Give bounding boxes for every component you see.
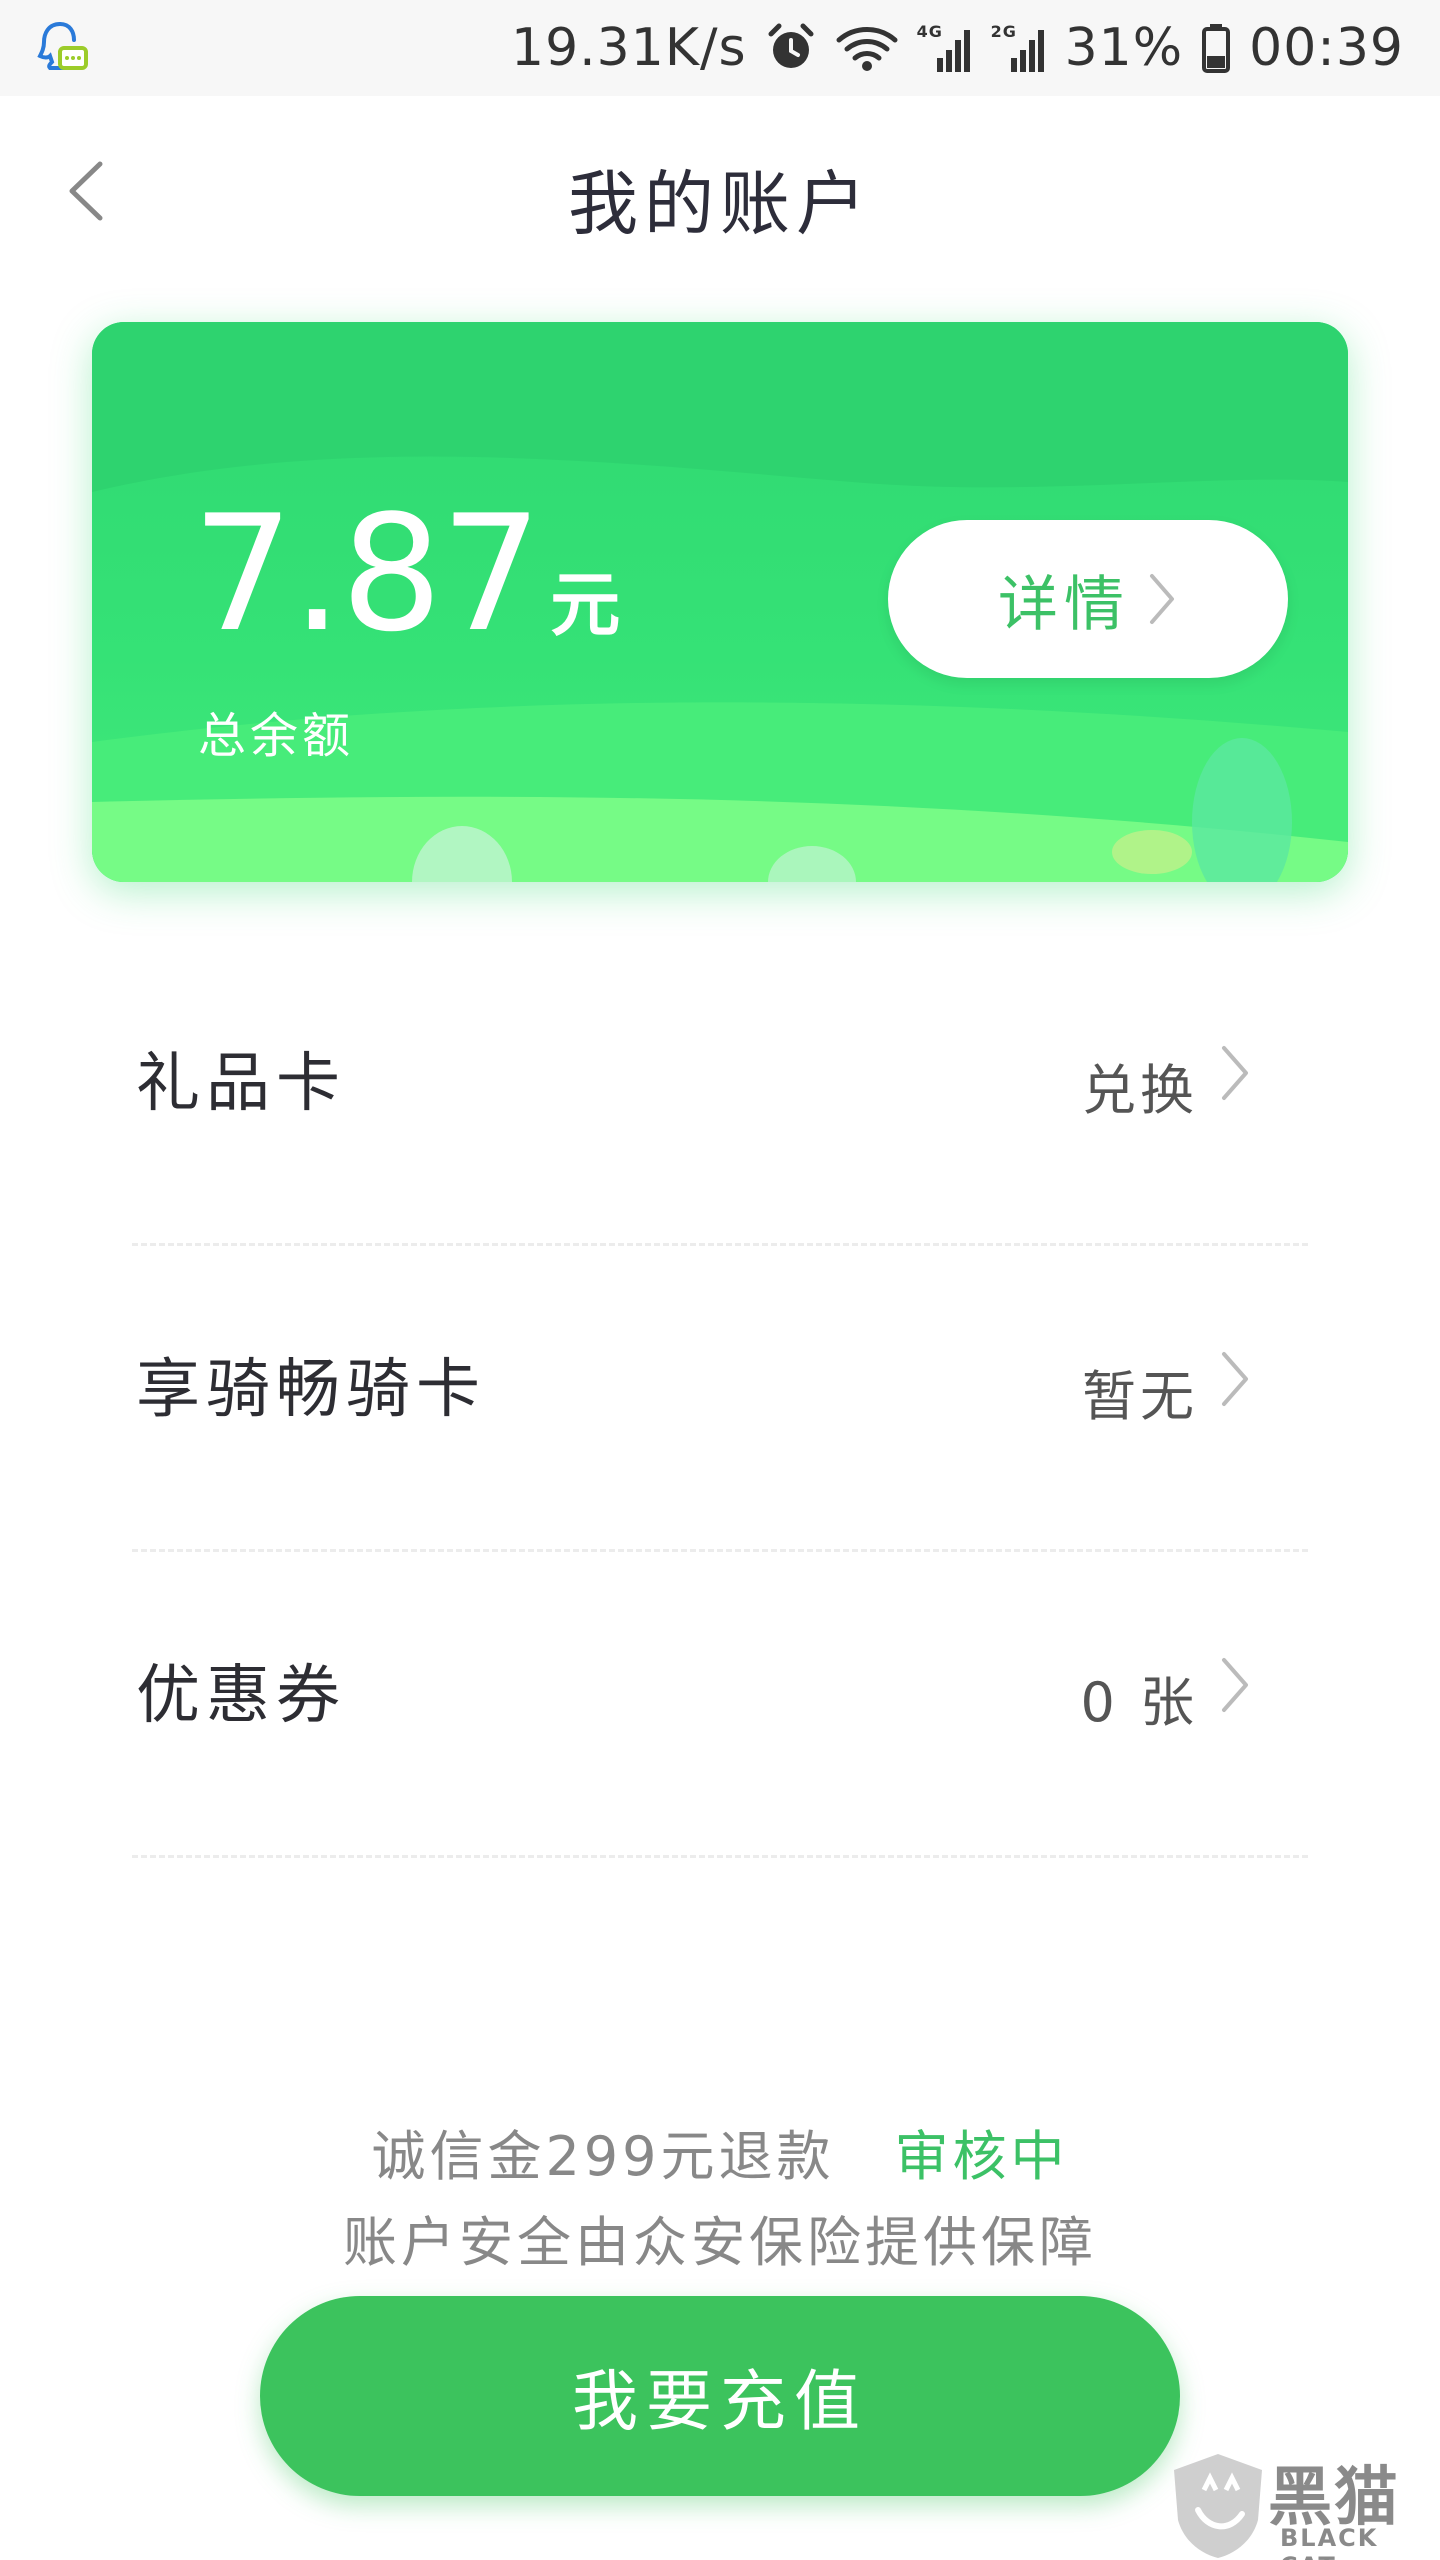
- clock: 00:39: [1249, 18, 1404, 78]
- list-item-label: 享骑畅骑卡: [136, 1353, 486, 1427]
- balance-unit: 元: [550, 564, 621, 646]
- balance-amount: 7.87 元: [192, 494, 620, 654]
- list-item-label: 优惠券: [136, 1659, 346, 1733]
- nav-bar: 我的账户: [0, 96, 1440, 286]
- qq-icon: [37, 22, 88, 70]
- wifi-icon: [836, 27, 898, 71]
- network-speed: 19.31K/s: [510, 18, 747, 78]
- chevron-right-icon: [1222, 1352, 1248, 1406]
- status-bar: 19.31K/s 4G 2G 31% 00:39: [0, 0, 1440, 96]
- status-bar-right: 19.31K/s 4G 2G 31% 00:39: [511, 14, 1404, 82]
- watermark: 黑猫 BLACK CAT: [1168, 2442, 1440, 2560]
- list-item-value: 暂无: [1082, 1365, 1198, 1428]
- black-cat-logo-icon: [1174, 2454, 1262, 2558]
- guarantee-text: 账户安全由众安保险提供保障: [343, 2211, 1097, 2274]
- page-title: 我的账户: [568, 163, 872, 245]
- signal-2g-icon: 2G: [991, 22, 1047, 74]
- list-item-ride-card[interactable]: 享骑畅骑卡 暂无: [132, 1246, 1308, 1552]
- watermark-en: BLACK CAT: [1280, 2524, 1379, 2560]
- detail-button-label: 详情: [998, 569, 1130, 640]
- alarm-icon: [768, 23, 814, 68]
- battery-icon: [1202, 24, 1231, 73]
- battery-percent: 31%: [1064, 18, 1184, 78]
- balance-value: 7.87: [192, 480, 542, 667]
- recharge-button[interactable]: 我要充值: [260, 2296, 1180, 2496]
- chevron-right-icon: [1222, 1658, 1248, 1712]
- chevron-right-icon: [1222, 1046, 1248, 1100]
- deposit-notice: 诚信金299元退款 审核中: [0, 2112, 1440, 2191]
- list-item-gift-card[interactable]: 礼品卡 兑换: [132, 940, 1308, 1246]
- list-item-label: 礼品卡: [136, 1047, 346, 1121]
- deposit-status[interactable]: 审核中: [895, 2125, 1069, 2188]
- signal-4g-icon: 4G: [917, 22, 973, 74]
- list-item-value: 0 张: [1080, 1671, 1198, 1734]
- account-list: 礼品卡 兑换 享骑畅骑卡 暂无 优惠券 0 张: [132, 940, 1308, 1858]
- list-item-coupons[interactable]: 优惠券 0 张: [132, 1552, 1308, 1858]
- detail-button[interactable]: 详情: [888, 520, 1288, 678]
- chevron-right-icon: [1150, 574, 1174, 624]
- deposit-notice-text: 诚信金299元退款: [371, 2125, 835, 2188]
- balance-card: 7.87 元 总余额 详情: [92, 322, 1348, 882]
- balance-label: 总余额: [198, 708, 355, 764]
- list-item-value: 兑换: [1082, 1059, 1198, 1122]
